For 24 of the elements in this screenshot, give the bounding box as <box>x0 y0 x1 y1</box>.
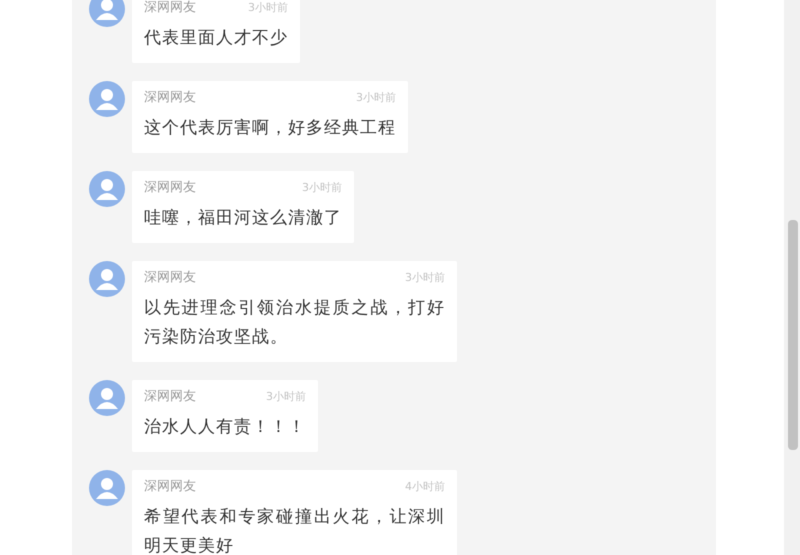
comment-time: 3小时前 <box>405 270 445 284</box>
comment-time: 3小时前 <box>266 388 306 404</box>
comment-time: 3小时前 <box>248 0 288 14</box>
comment-time: 4小时前 <box>405 478 445 494</box>
avatar-icon <box>89 261 125 297</box>
avatar-icon <box>89 81 125 117</box>
comment-text: 哇噻，福田河这么清澈了 <box>144 207 342 230</box>
comment-text: 以先进理念引领治水提质之战，打好污染防治攻坚战。 <box>144 297 445 349</box>
author-name: 深网网友 <box>144 179 196 196</box>
author-name: 深网网友 <box>144 269 196 286</box>
author-name: 深网网友 <box>144 89 196 106</box>
comment-time: 3小时前 <box>356 90 396 104</box>
comment-text: 这个代表厉害啊，好多经典工程 <box>144 117 396 140</box>
author-name: 深网网友 <box>144 478 196 495</box>
avatar-icon <box>89 380 125 416</box>
comment-text: 治水人人有责！！！ <box>144 416 306 439</box>
author-name: 深网网友 <box>144 0 196 16</box>
avatar-icon <box>89 171 125 207</box>
scrollbar[interactable] <box>784 0 800 555</box>
comment-time: 3小时前 <box>302 180 342 194</box>
author-name: 深网网友 <box>144 388 196 405</box>
avatar-icon <box>89 470 125 506</box>
comment-text: 希望代表和专家碰撞出火花，让深圳明天更美好 <box>144 506 445 555</box>
comment-text: 代表里面人才不少 <box>144 27 288 50</box>
